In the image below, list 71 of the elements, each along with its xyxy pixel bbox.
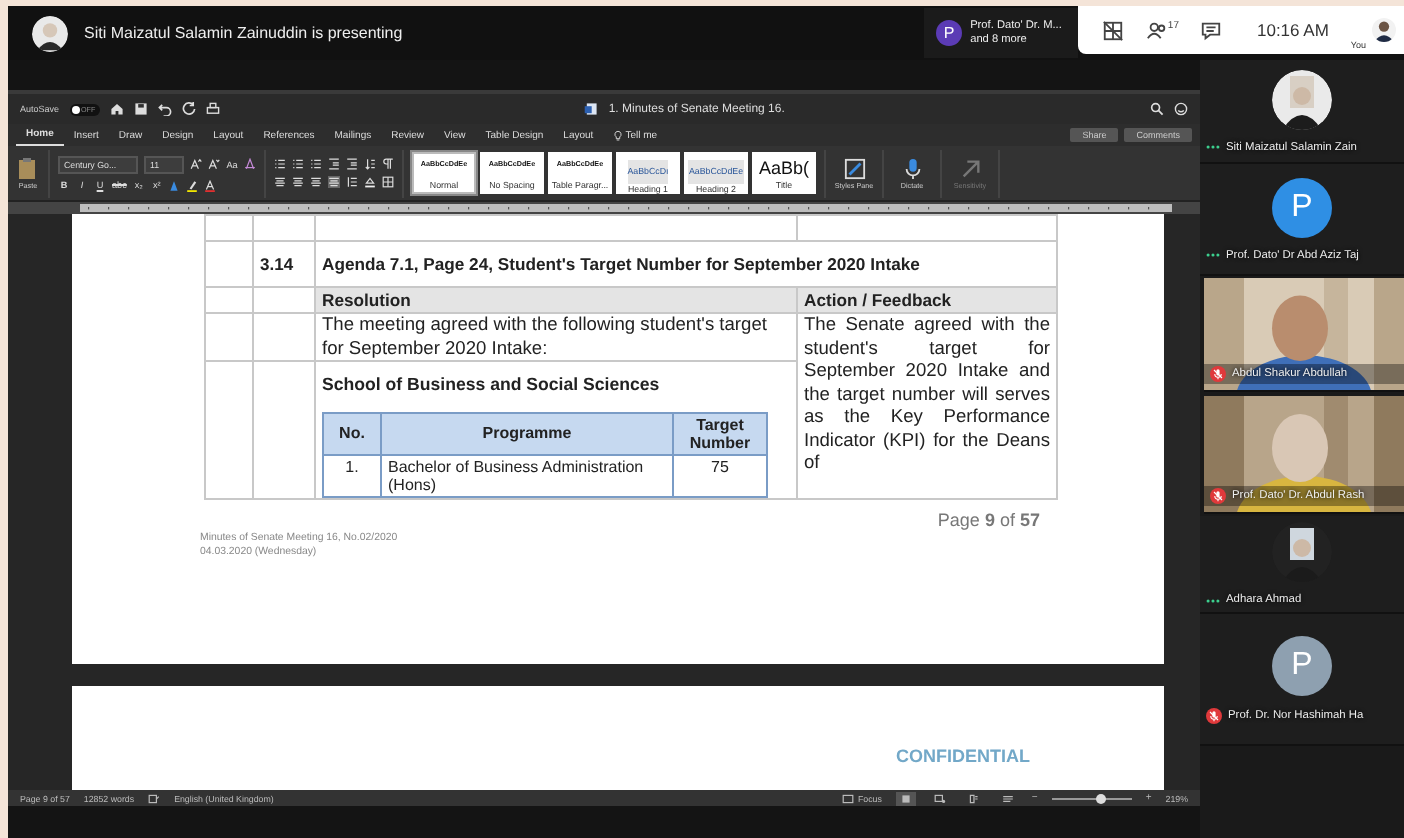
style-preview: AaBb( bbox=[758, 160, 809, 178]
font-color-icon[interactable] bbox=[204, 179, 217, 191]
table-cell: 1. bbox=[323, 454, 381, 496]
lightbulb-icon bbox=[613, 129, 622, 141]
view-button[interactable] bbox=[997, 791, 1018, 805]
initial-avatar: P bbox=[1272, 177, 1332, 237]
align-icon[interactable] bbox=[274, 176, 286, 188]
search-icon[interactable] bbox=[1150, 102, 1165, 116]
column-header: No. bbox=[323, 412, 381, 454]
save-icon[interactable] bbox=[133, 102, 148, 116]
table-cell: 75 bbox=[673, 454, 767, 496]
layout-icon bbox=[967, 793, 980, 803]
redo-icon[interactable] bbox=[181, 102, 196, 116]
grid-off-icon[interactable] bbox=[1101, 19, 1124, 41]
highlighter-icon[interactable] bbox=[186, 179, 199, 191]
line-spacing-icon[interactable] bbox=[346, 176, 358, 188]
styles-pane-icon[interactable] bbox=[843, 157, 865, 179]
people-icon bbox=[1145, 19, 1168, 41]
view-button[interactable] bbox=[895, 791, 916, 805]
borders-icon[interactable] bbox=[382, 176, 394, 188]
proofing-icon[interactable] bbox=[148, 793, 161, 803]
more-dots-icon[interactable] bbox=[1206, 144, 1220, 150]
clock-time: 10:16 AM bbox=[1256, 20, 1329, 40]
slider-thumb[interactable] bbox=[1096, 793, 1107, 803]
document-icon bbox=[584, 102, 599, 116]
microphone-icon[interactable] bbox=[901, 157, 923, 179]
column-header: Resolution bbox=[315, 287, 797, 313]
sensitivity-icon[interactable] bbox=[959, 157, 981, 179]
list-icon[interactable] bbox=[274, 158, 286, 170]
page-number: Page 9 of 57 bbox=[937, 509, 1040, 534]
indent-icon[interactable] bbox=[346, 158, 358, 170]
smiley-icon[interactable] bbox=[1174, 102, 1189, 116]
presenter-text: Siti Maizatul Salamin Zainuddin is presenting bbox=[84, 24, 403, 42]
column-header: Action / Feedback bbox=[797, 287, 1057, 313]
home-icon[interactable] bbox=[109, 102, 124, 116]
column-header: Target Number bbox=[673, 412, 767, 454]
sort-icon[interactable] bbox=[364, 158, 376, 170]
participant-count: 17 bbox=[1167, 19, 1179, 31]
agenda-number: 3.14 bbox=[253, 241, 315, 287]
school-heading: School of Business and Social Sciences bbox=[322, 374, 662, 397]
indent-icon[interactable] bbox=[328, 158, 340, 170]
shrink-font-icon[interactable] bbox=[208, 158, 220, 170]
text-effects-icon[interactable] bbox=[168, 179, 181, 191]
list-icon[interactable] bbox=[292, 158, 304, 170]
view-button[interactable] bbox=[929, 791, 950, 805]
pilcrow-icon[interactable] bbox=[382, 158, 394, 170]
confidential-header: CONFIDENTIAL bbox=[896, 746, 1030, 766]
initial-avatar: P bbox=[1272, 635, 1332, 695]
clear-format-icon[interactable] bbox=[244, 158, 256, 170]
chat-icon[interactable] bbox=[1200, 19, 1223, 41]
shading-icon[interactable] bbox=[364, 176, 376, 188]
action-text: The Senate agreed with the student's target for September 2020 Intake and the target number will serves as the Key Performance Indicator (KPI) for the Deans of bbox=[797, 313, 1057, 498]
layout-icon bbox=[1001, 793, 1014, 803]
align-icon[interactable] bbox=[310, 176, 322, 188]
layout-icon bbox=[899, 793, 912, 803]
more-dots-icon[interactable] bbox=[1206, 597, 1220, 603]
grow-font-icon[interactable] bbox=[190, 158, 202, 170]
speaker-initial-avatar: P bbox=[936, 20, 963, 46]
undo-icon[interactable] bbox=[157, 102, 172, 116]
column-header: Programme bbox=[381, 412, 673, 454]
layout-icon bbox=[933, 793, 946, 803]
print-icon[interactable] bbox=[205, 102, 220, 116]
table-cell: Bachelor of Business Administration (Hons) bbox=[381, 454, 673, 496]
align-icon[interactable] bbox=[292, 176, 304, 188]
resolution-text: The meeting agreed with the following student's target for September 2020 Intake: bbox=[315, 313, 797, 361]
focus-icon bbox=[841, 793, 854, 803]
more-dots-icon[interactable] bbox=[1206, 252, 1220, 258]
clipboard-icon[interactable] bbox=[16, 156, 40, 180]
list-icon[interactable] bbox=[310, 158, 322, 170]
participants-button[interactable]: 17 bbox=[1145, 19, 1179, 41]
align-icon[interactable] bbox=[328, 176, 340, 188]
